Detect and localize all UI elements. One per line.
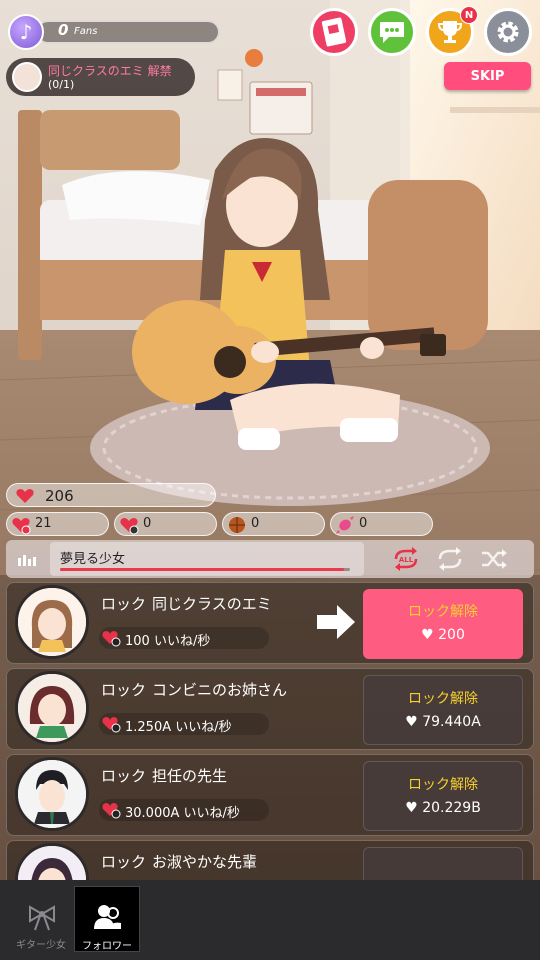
repeat-icon[interactable] <box>436 547 464 571</box>
mission-avatar <box>12 62 42 92</box>
follower-name: ロック 同じクラスのエミ <box>101 595 272 613</box>
shuffle-icon[interactable] <box>480 547 508 571</box>
tab-guitar-girl[interactable]: ギター少女 <box>8 886 74 952</box>
hearts-total: 206 <box>6 483 216 507</box>
follower-card[interactable]: ロック 担任の先生 30.000A いいね/秒 ロック解除 ♥ 20.229B <box>6 754 534 836</box>
candy-icon <box>336 516 354 534</box>
music-note-icon[interactable]: ♪ <box>8 14 44 50</box>
fans-counter: ♪ 0 Fans <box>8 14 220 50</box>
chat-button[interactable] <box>368 8 416 56</box>
follower-name: ロック 担任の先生 <box>101 767 228 785</box>
song-progress-bar <box>60 568 350 571</box>
stat-value: 0 <box>143 516 152 531</box>
gear-icon <box>497 21 519 43</box>
settings-button[interactable] <box>484 8 532 56</box>
heart-icon <box>16 489 34 503</box>
new-badge: N <box>460 6 478 24</box>
trophy-icon <box>437 21 463 43</box>
skip-button[interactable]: SKIP <box>444 62 531 90</box>
stat-value: 21 <box>35 516 52 531</box>
ribbon-icon <box>29 905 55 931</box>
stat-ball: 0 <box>222 512 325 536</box>
unlock-cost: 20.229B <box>422 800 481 816</box>
unlock-cost: 200 <box>438 627 465 643</box>
heart-boost-icon <box>12 518 31 535</box>
follower-card[interactable]: ロック お淑やかな先輩 <box>6 840 534 880</box>
tab-label: フォロワー <box>82 941 132 952</box>
stat-heart-timer: 0 <box>114 512 217 536</box>
follower-portrait <box>15 843 89 880</box>
unlock-button[interactable]: ロック解除 ♥ 20.229B <box>363 761 523 831</box>
heart-timer-icon <box>120 518 139 535</box>
equalizer-icon <box>18 555 36 566</box>
stat-value: 0 <box>359 516 368 531</box>
heart-icon: ♥ <box>405 800 418 816</box>
heart-timer-icon <box>102 631 121 647</box>
bottom-nav: ギター少女 フォロワー <box>0 880 540 960</box>
heart-timer-icon <box>102 717 121 733</box>
arrow-right-icon <box>317 605 355 639</box>
stat-heart-boost: 21 <box>6 512 109 536</box>
mission-title: 同じクラスのエミ 解禁 <box>48 64 172 78</box>
follower-name: ロック お淑やかな先輩 <box>101 853 258 871</box>
hearts-value: 206 <box>45 487 74 505</box>
followers-icon <box>94 905 121 929</box>
ticket-button[interactable] <box>310 8 358 56</box>
follower-list[interactable]: ロック 同じクラスのエミ 100 いいね/秒 ロック解除 ♥ 200 ロック コンビ… <box>0 582 540 880</box>
tab-follower[interactable]: フォロワー <box>74 886 140 952</box>
chat-icon <box>380 22 404 43</box>
heart-icon: ♥ <box>421 627 434 643</box>
unlock-button[interactable] <box>363 847 523 880</box>
heart-timer-icon <box>102 803 121 819</box>
follower-rate: 30.000A いいね/秒 <box>99 799 269 821</box>
song-player: 夢見る少女 ALL <box>6 540 534 578</box>
tab-label: ギター少女 <box>16 940 66 951</box>
follower-rate: 100 いいね/秒 <box>99 627 269 649</box>
mission-banner[interactable]: 同じクラスのエミ 解禁 (0/1) <box>6 58 195 96</box>
basketball-icon <box>229 517 245 533</box>
unlock-button[interactable]: ロック解除 ♥ 79.440A <box>363 675 523 745</box>
follower-rate: 1.250A いいね/秒 <box>99 713 269 735</box>
unlock-cost: 79.440A <box>422 714 481 730</box>
all-repeat-icon[interactable]: ALL <box>392 547 420 571</box>
stat-candy: 0 <box>330 512 433 536</box>
mission-progress: (0/1) <box>48 78 75 91</box>
follower-card[interactable]: ロック コンビニのお姉さん 1.250A いいね/秒 ロック解除 ♥ 79.440… <box>6 668 534 750</box>
follower-name: ロック コンビニのお姉さん <box>101 681 288 699</box>
svg-text:ALL: ALL <box>399 556 414 564</box>
follower-portrait <box>15 585 89 659</box>
follower-portrait <box>15 757 89 831</box>
heart-icon: ♥ <box>405 714 418 730</box>
follower-card[interactable]: ロック 同じクラスのエミ 100 いいね/秒 ロック解除 ♥ 200 <box>6 582 534 664</box>
unlock-button[interactable]: ロック解除 ♥ 200 <box>363 589 523 659</box>
song-title: 夢見る少女 <box>60 552 126 567</box>
follower-portrait <box>15 671 89 745</box>
ticket-icon <box>321 17 347 47</box>
fans-label: Fans <box>74 26 98 37</box>
stat-value: 0 <box>251 516 260 531</box>
fans-count: 0 <box>58 21 69 39</box>
